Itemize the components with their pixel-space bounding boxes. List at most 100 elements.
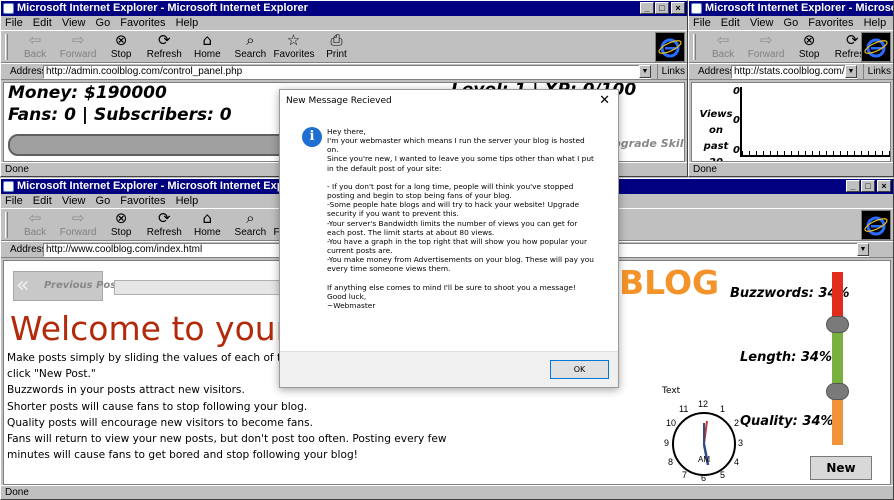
menu-file[interactable]: File (5, 17, 23, 29)
favorites-button[interactable]: ☆Favorites (273, 31, 314, 61)
toolbar: ⇦ Back ⇨ Forward ⊗ Stop ⟳ Refresh ⌂ Home ⌕ Sea… (1, 30, 687, 63)
close-button[interactable]: × (877, 180, 891, 192)
menu-view[interactable]: View (750, 17, 774, 29)
blog-logo: BLOG (619, 263, 720, 302)
forward-arrow-icon: ⇨ (71, 209, 85, 227)
window-title: Microsoft Internet Explorer - Microsoft … (705, 2, 893, 14)
buzzwords-slider-handle[interactable] (826, 316, 849, 333)
instruction-line: Fans will return to view your new posts,… (7, 433, 447, 446)
title-bar[interactable]: Microsoft Internet Explorer - Microsoft … (1, 1, 687, 16)
stop-button[interactable]: ⊗ Stop (101, 31, 141, 61)
search-icon: ⌕ (246, 31, 255, 49)
forward-button[interactable]: ⇨ Forward (746, 31, 786, 61)
refresh-icon: ⟳ (157, 209, 171, 227)
clock-number-7: 7 (682, 470, 688, 480)
menu-favorites[interactable]: Favorites (120, 17, 165, 29)
stop-icon: ⊗ (114, 209, 128, 227)
ok-button[interactable]: OK (550, 360, 609, 379)
menu-go[interactable]: Go (96, 17, 111, 29)
search-button[interactable]: ⌕ Search (230, 209, 270, 239)
clock-number-8: 8 (668, 457, 674, 467)
new-post-button[interactable]: New Post (810, 456, 872, 484)
instruction-line: minutes will cause fans to get bored and… (7, 449, 358, 462)
stats-page: Views on past 20 posts 0 0 0 (691, 82, 891, 162)
back-button[interactable]: ⇦ Back (703, 31, 743, 61)
forward-button[interactable]: ⇨ Forward (58, 31, 98, 61)
clock-number-11: 11 (679, 404, 689, 414)
message-dialog: New Message Recieved ✕ i Hey there, I'm … (279, 89, 619, 388)
minimize-button[interactable]: _ (640, 2, 654, 14)
maximize-button[interactable]: □ (861, 180, 875, 192)
tick-label-top: 0 (733, 86, 740, 97)
title-bar[interactable]: Microsoft Internet Explorer - Microsoft … (689, 1, 893, 16)
back-arrow-icon: ⇦ (716, 31, 730, 49)
dialog-title: New Message Recieved (286, 96, 392, 106)
address-input[interactable]: http://stats.coolblog.com/ (731, 65, 857, 79)
printer-icon: ⎙ (330, 31, 343, 49)
address-dropdown-icon[interactable]: ▼ (857, 243, 869, 256)
menu-edit[interactable]: Edit (33, 17, 52, 29)
maximize-button[interactable]: □ (655, 2, 669, 14)
refresh-button[interactable]: ⟳ Refresh (144, 209, 184, 239)
clock-number-9: 9 (664, 438, 670, 448)
links-button[interactable]: Links (656, 64, 685, 79)
ie-logo-icon (861, 210, 891, 240)
forward-button[interactable]: ⇨ Forward (58, 209, 98, 239)
address-dropdown-icon[interactable]: ▼ (845, 65, 857, 78)
status-bar: Done (1, 485, 893, 499)
clock-number-3: 3 (738, 438, 744, 448)
menu-file[interactable]: File (693, 17, 711, 29)
instruction-line: Shorter posts will cause fans to stop fo… (7, 400, 308, 413)
double-left-arrow-icon: « (16, 273, 30, 298)
close-button[interactable]: × (671, 2, 685, 14)
stop-button[interactable]: ⊗ Stop (789, 31, 829, 61)
menu-view[interactable]: View (62, 17, 86, 29)
menu-favorites[interactable]: Favorites (808, 17, 853, 29)
status-bar: Done (689, 162, 893, 176)
menu-bar: File Edit View Go Favorites Help (1, 16, 687, 30)
menu-view[interactable]: View (62, 195, 86, 207)
post-slider-track[interactable] (114, 280, 286, 295)
back-button[interactable]: ⇦ Back (15, 209, 55, 239)
links-button[interactable]: Links (862, 64, 891, 79)
search-icon: ⌕ (246, 209, 255, 227)
dialog-close-icon[interactable]: ✕ (599, 90, 610, 112)
stop-button[interactable]: ⊗ Stop (101, 209, 141, 239)
back-button[interactable]: ⇦ Back (15, 31, 55, 61)
favorites-star-icon: ☆ (286, 31, 301, 49)
home-button[interactable]: ⌂ Home (187, 31, 227, 61)
stop-icon: ⊗ (114, 31, 128, 49)
dialog-title-bar[interactable]: New Message Recieved ✕ (280, 90, 618, 112)
menu-help[interactable]: Help (864, 17, 887, 29)
refresh-icon: ⟳ (157, 31, 171, 49)
money-label: Money: $190000 (8, 83, 167, 103)
length-slider-handle[interactable] (826, 383, 849, 400)
menu-favorites[interactable]: Favorites (120, 195, 165, 207)
dialog-message: Hey there, I'm your webmaster which mean… (327, 127, 594, 310)
length-label: Length: 34% (740, 350, 832, 365)
menu-go[interactable]: Go (96, 195, 111, 207)
previous-post-button[interactable]: « Previous Post (13, 271, 121, 301)
menu-go[interactable]: Go (784, 17, 799, 29)
minimize-button[interactable]: _ (846, 180, 860, 192)
fans-label: Fans: 0 | Subscribers: 0 (8, 105, 232, 125)
clock-number-5: 5 (720, 470, 726, 480)
menu-help[interactable]: Help (176, 195, 199, 207)
menu-edit[interactable]: Edit (721, 17, 740, 29)
menu-bar: File Edit View Go Favorites Help (689, 16, 893, 30)
address-bar: Address http://stats.coolblog.com/ ▼ Lin… (689, 63, 893, 80)
home-button[interactable]: ⌂ Home (187, 209, 227, 239)
search-button[interactable]: ⌕ Search (230, 31, 270, 61)
toolbar-grip (5, 212, 8, 238)
views-graph: 0 0 0 (733, 86, 890, 157)
menu-help[interactable]: Help (176, 17, 199, 29)
menu-edit[interactable]: Edit (33, 195, 52, 207)
address-input[interactable]: http://admin.coolblog.com/control_panel.… (43, 65, 651, 79)
refresh-button[interactable]: ⟳ Refresh (144, 31, 184, 61)
print-button[interactable]: ⎙Print (317, 31, 357, 61)
menu-file[interactable]: File (5, 195, 23, 207)
tick-label-bottom: 0 (733, 145, 740, 156)
address-bar: Address http://admin.coolblog.com/contro… (1, 63, 687, 80)
back-arrow-icon: ⇦ (28, 31, 42, 49)
address-dropdown-icon[interactable]: ▼ (639, 65, 651, 78)
